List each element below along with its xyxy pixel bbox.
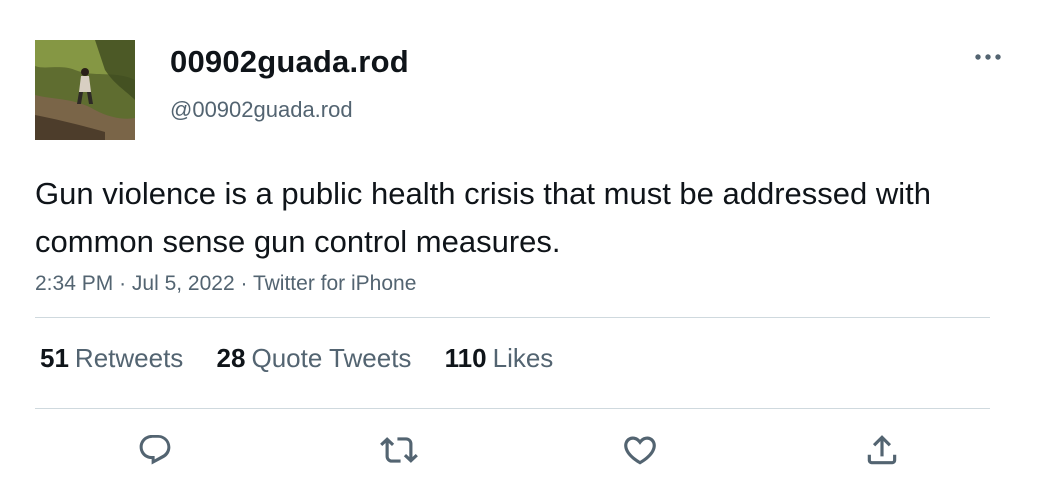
tweet-stats: 51 Retweets 28 Quote Tweets 110 Likes [40,343,579,374]
quote-tweets-count: 28 [216,343,246,373]
retweets-count: 51 [40,343,69,373]
author-display-name[interactable]: 00902guada.rod [170,44,409,80]
retweet-icon [380,437,418,463]
quote-tweets-stat[interactable]: 28 Quote Tweets [217,343,412,374]
tweet-time[interactable]: 2:34 PM [35,272,113,295]
avatar[interactable] [35,40,135,140]
quote-tweets-label: Quote Tweets [251,343,412,373]
more-options-button[interactable] [970,45,1006,69]
likes-count: 110 [444,343,487,373]
tweet-metadata: 2:34 PM · Jul 5, 2022 · Twitter for iPho… [35,272,416,296]
divider [35,317,990,318]
author-handle[interactable]: @00902guada.rod [170,97,353,123]
avatar-image [35,40,135,140]
divider [35,408,990,409]
tweet-text: Gun violence is a public health crisis t… [35,176,932,259]
retweets-stat[interactable]: 51 Retweets [40,343,183,374]
share-button[interactable] [860,428,904,472]
reply-icon [139,435,171,465]
likes-label: Likes [492,343,554,373]
reply-button[interactable] [133,428,177,472]
meta-separator: · [119,272,127,295]
like-icon [624,436,656,465]
like-button[interactable] [618,428,662,472]
more-icon [975,54,1001,60]
likes-stat[interactable]: 110 Likes [445,343,554,374]
meta-separator: · [240,272,248,295]
retweets-label: Retweets [74,343,184,373]
share-icon [867,435,897,465]
tweet-source[interactable]: Twitter for iPhone [253,272,416,295]
tweet-date[interactable]: Jul 5, 2022 [132,272,235,295]
retweet-button[interactable] [377,428,421,472]
